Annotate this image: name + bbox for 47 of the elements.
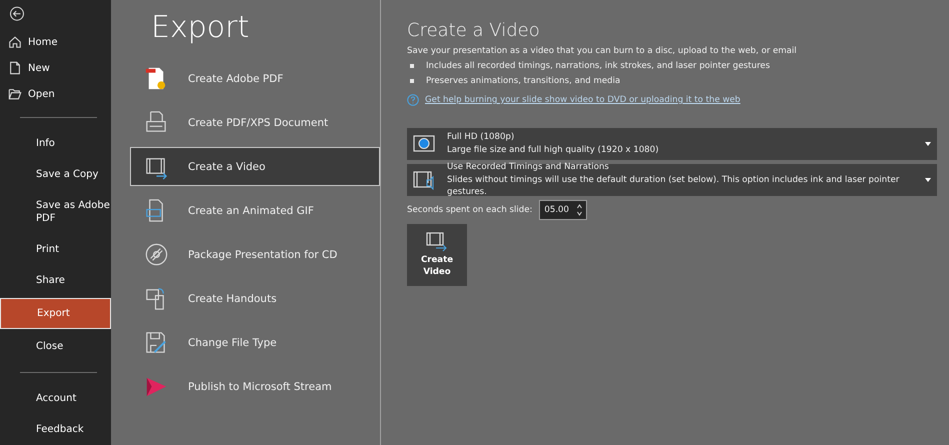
new-document-icon [8,61,22,76]
folder-icon [8,87,22,102]
create-video-button[interactable]: Create Video [407,224,467,286]
section-title: Create a Video [407,20,541,41]
disc-icon [143,241,170,268]
caret-icon [925,142,931,146]
export-option[interactable]: Create an Animated GIF [130,191,380,230]
export-option[interactable]: Change File Type [130,323,380,362]
page-title: Export [151,10,250,45]
back-icon[interactable] [8,6,26,22]
option-title: Full HD (1080p) [447,131,516,144]
bullet-icon [410,79,414,83]
sidebar-item[interactable]: Save a Copy [0,158,111,190]
spinner-icon [577,204,582,216]
caret-icon [925,178,931,182]
video-speaker-icon [413,170,435,190]
help-icon [407,94,419,106]
export-option[interactable]: Create Adobe PDF [130,59,380,98]
sidebar-item[interactable]: Export [0,298,111,329]
export-option[interactable]: Publish to Microsoft Stream [130,367,380,406]
seconds-field[interactable]: 05.00 [539,200,588,220]
export-option[interactable]: Create PDF/XPS Document [130,103,380,142]
sidebar-item[interactable]: Close [0,330,111,362]
seconds-label: Seconds spent on each slide: [407,205,532,215]
help-link[interactable]: Get help burning your slide show video to DVD or uploading it to the web [425,95,740,105]
bullet-text: Includes all recorded timings, narrations, ink strokes, and laser pointer gestures [426,61,770,71]
dropdown[interactable]: Full HD (1080p) Large file size and full high quality (1920 x 1080) [407,128,937,160]
sidebar-item[interactable]: Account [0,382,111,414]
sidebar-item[interactable]: Save as Adobe PDF [0,190,111,234]
sidebar-item[interactable]: Home [0,30,111,56]
bullet-icon [410,64,414,68]
sidebar-item[interactable]: Print [0,234,111,265]
export-option[interactable]: Create a Video [130,147,380,186]
video-frame-icon [426,232,448,252]
home-icon [8,35,22,50]
export-option[interactable]: Create Handouts [130,279,380,318]
dropdown[interactable]: Use Recorded Timings and Narrations Slides without timings will use the default duration (set below). This option includes ink and laser pointer gestures. [407,164,937,196]
monitor-icon [413,134,435,154]
bullet-text: Preserves animations, transitions, and media [426,76,620,86]
sidebar-item[interactable]: Share [0,264,111,296]
sidebar-item[interactable]: Open [0,81,111,107]
sidebar-item[interactable]: Info [0,128,111,159]
export-option[interactable]: Package Presentation for CD [130,235,380,274]
option-description: Large file size and full high quality (1920 x 1080) [447,144,660,157]
sidebar-item[interactable]: Feedback [0,414,111,445]
sidebar-item[interactable]: New [0,55,111,82]
description: Save your presentation as a video that you can burn to a disc, upload to the web, or email [407,46,798,56]
